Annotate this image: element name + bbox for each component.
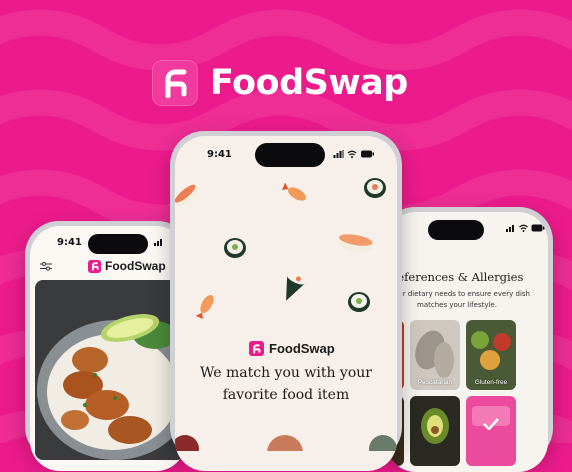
battery-icon xyxy=(531,224,545,232)
signal-icon xyxy=(154,239,162,246)
food-photo-chicken-rice[interactable] xyxy=(35,280,185,460)
wifi-icon xyxy=(347,150,357,158)
tagline-line-2: favorite food item xyxy=(222,387,350,403)
diet-tile-5[interactable] xyxy=(410,396,460,466)
bottom-food-previews xyxy=(175,435,397,451)
tagline: We match you with your favorite food ite… xyxy=(185,362,387,406)
status-icons xyxy=(333,150,375,158)
nigiri-icon xyxy=(337,234,373,252)
tile-label: Gluten-free xyxy=(474,379,508,386)
center-brand-name: FoodSwap xyxy=(269,341,335,356)
app-header: FoodSwap xyxy=(88,259,166,273)
tagline-line-1: We match you with your xyxy=(200,365,372,381)
check-icon xyxy=(483,418,499,430)
foodswap-logo-icon xyxy=(152,60,198,106)
foodswap-logo-icon xyxy=(88,259,101,273)
status-icons xyxy=(506,224,545,232)
desc-line-1: s your dietary needs to ensure every dis… xyxy=(386,290,530,298)
phone-center: 9:41 FoodSwap We match you with your fav… xyxy=(170,131,402,471)
dynamic-island xyxy=(255,143,325,167)
hero-logo: FoodSwap xyxy=(152,59,408,107)
signal-icon xyxy=(333,150,344,158)
filter-icon[interactable] xyxy=(40,261,52,271)
phone-center-screen: 9:41 FoodSwap We match you with your fav… xyxy=(175,136,397,471)
tile-label: Pescatarian xyxy=(417,379,453,386)
nigiri-icon xyxy=(175,184,199,207)
phone-right-screen: ary preferences & Allergies s your dieta… xyxy=(386,212,548,472)
shrimp-icon xyxy=(195,294,214,319)
status-time: 9:41 xyxy=(207,149,232,160)
phone-left: 9:41 FoodSwap xyxy=(25,221,191,471)
maki-roll-icon xyxy=(364,178,386,198)
foodswap-logo-icon xyxy=(249,341,264,356)
maki-roll-icon xyxy=(348,292,370,312)
dynamic-island xyxy=(88,234,148,254)
diet-tile-6-selected[interactable] xyxy=(466,396,516,466)
maki-roll-icon xyxy=(224,238,246,258)
desc-line-2: matches your lifestyle. xyxy=(417,301,497,309)
battery-icon xyxy=(361,150,374,158)
preferences-title: ary preferences & Allergies xyxy=(386,270,524,284)
preferences-description: s your dietary needs to ensure every dis… xyxy=(386,289,542,311)
status-icons xyxy=(154,238,164,246)
status-time: 9:41 xyxy=(57,237,82,248)
floating-food-illustrations xyxy=(175,178,386,319)
diet-tile-pescatarian[interactable]: Pescatarian xyxy=(410,320,460,390)
diet-tile-gluten-free[interactable]: Gluten-free xyxy=(466,320,516,390)
app-brand-name: FoodSwap xyxy=(105,259,166,273)
temaki-icon xyxy=(286,273,306,301)
signal-icon xyxy=(506,225,514,232)
center-brand: FoodSwap xyxy=(249,341,335,356)
wifi-icon xyxy=(519,224,528,232)
hero-brand-name: FoodSwap xyxy=(210,63,408,103)
shrimp-icon xyxy=(282,182,307,201)
phone-right: ary preferences & Allergies s your dieta… xyxy=(381,207,553,472)
dynamic-island xyxy=(428,220,484,240)
phone-left-screen: 9:41 FoodSwap xyxy=(30,226,186,471)
